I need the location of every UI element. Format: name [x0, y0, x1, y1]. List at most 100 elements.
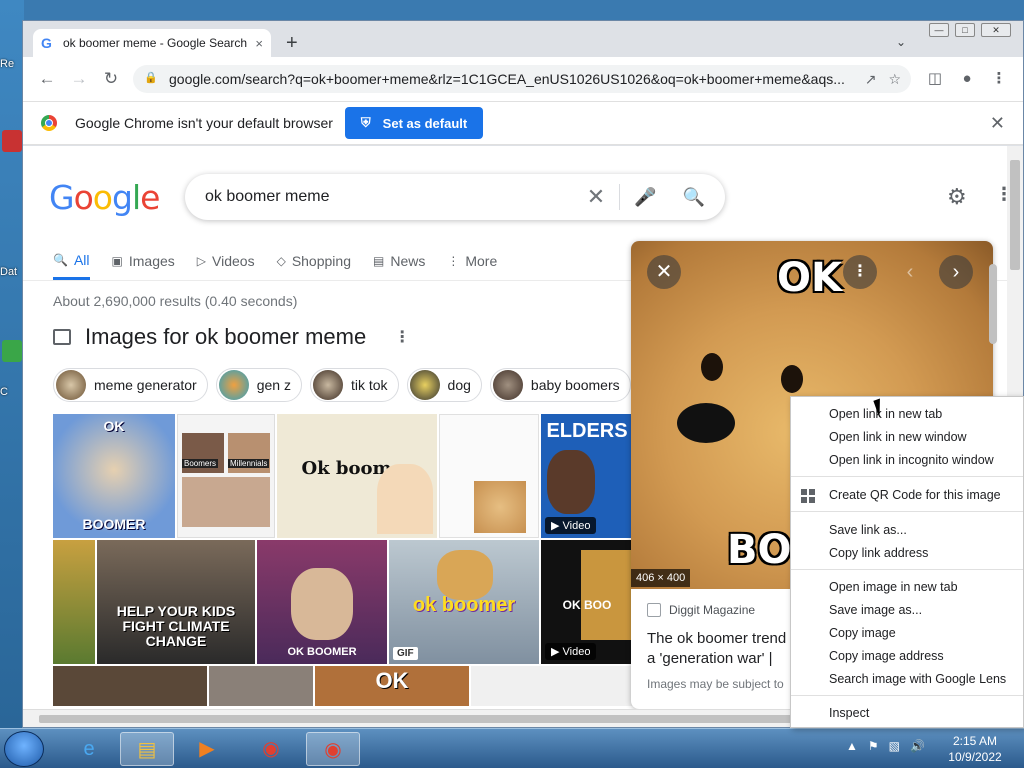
back-button[interactable]: ←: [31, 69, 63, 89]
settings-gear-icon[interactable]: ⚙: [947, 184, 967, 210]
image-result[interactable]: [53, 666, 207, 706]
menu-open-link-new-window[interactable]: Open link in new window: [829, 426, 967, 448]
internet-explorer-icon[interactable]: e: [62, 732, 116, 766]
more-options-icon[interactable]: ⋮: [394, 327, 410, 347]
preview-title-link[interactable]: The ok boomer trend a 'generation war' |: [647, 629, 797, 669]
forward-button[interactable]: →: [63, 69, 95, 89]
infobar-close-icon[interactable]: ✕: [990, 113, 1005, 134]
start-button[interactable]: [4, 731, 44, 767]
tab-images[interactable]: ▣ Images: [112, 242, 175, 280]
tab-more[interactable]: ⋮ More: [447, 242, 497, 280]
tab-close-icon[interactable]: ×: [255, 36, 263, 51]
browser-tab[interactable]: G ok boomer meme - Google Search ×: [33, 29, 271, 57]
more-options-icon[interactable]: ⋮: [995, 184, 1007, 205]
search-tabs: 🔍 All ▣ Images ▷ Videos ◇ Shopping ▤ News ⋮ Mo…: [53, 242, 519, 280]
image-result[interactable]: OK: [315, 666, 469, 706]
tab-news[interactable]: ▤ News: [373, 242, 425, 280]
microphone-icon[interactable]: 🎤: [634, 187, 656, 208]
image-result[interactable]: [439, 414, 539, 538]
preview-more-icon[interactable]: ⋮: [843, 255, 877, 289]
desktop-label[interactable]: Re: [0, 58, 14, 70]
chip-thumbnail: [312, 370, 343, 400]
media-player-icon[interactable]: ▶: [180, 732, 234, 766]
image-result[interactable]: [471, 666, 633, 706]
previous-image-icon[interactable]: ‹: [893, 255, 927, 289]
set-as-default-button[interactable]: ⛨ Set as default: [344, 107, 484, 139]
shield-icon: ⛨: [360, 115, 371, 130]
chrome-taskbar-icon[interactable]: ◉: [244, 732, 298, 766]
system-clock[interactable]: 2:15 AM 10/9/2022: [940, 733, 1010, 765]
google-logo[interactable]: Google: [49, 178, 160, 217]
clear-search-icon[interactable]: ✕: [587, 184, 621, 210]
chrome-active-taskbar-icon[interactable]: ◉: [306, 732, 360, 766]
tab-videos[interactable]: ▷ Videos: [197, 242, 255, 280]
menu-save-link-as[interactable]: Save link as...: [829, 519, 907, 541]
chip-gen-z[interactable]: gen z: [215, 368, 302, 402]
scrollbar-thumb[interactable]: [989, 264, 997, 344]
image-result[interactable]: [209, 666, 313, 706]
file-explorer-icon[interactable]: ▤: [120, 732, 174, 766]
image-result[interactable]: [53, 540, 95, 664]
maximize-button[interactable]: □: [955, 23, 975, 37]
reload-button[interactable]: ↻: [95, 69, 127, 89]
address-bar[interactable]: 🔒 google.com/search?q=ok+boomer+meme&rlz…: [133, 65, 911, 93]
doge-eye: [701, 353, 723, 381]
close-preview-icon[interactable]: ✕: [647, 255, 681, 289]
thumb-photo: [291, 568, 353, 640]
scrollbar-thumb[interactable]: [1010, 160, 1020, 270]
desktop-icon[interactable]: [2, 340, 22, 362]
menu-search-google-lens[interactable]: Search image with Google Lens: [829, 668, 1006, 690]
menu-open-link-incognito[interactable]: Open link in incognito window: [829, 449, 994, 471]
close-window-button[interactable]: ✕: [981, 23, 1011, 37]
chip-meme-generator[interactable]: meme generator: [53, 368, 208, 402]
desktop-label[interactable]: Dat: [0, 266, 17, 278]
image-result[interactable]: OK BOO ▶ Video: [541, 540, 633, 664]
chip-dog[interactable]: dog: [406, 368, 482, 402]
image-result[interactable]: ELDERS ▶ Video: [541, 414, 633, 538]
tab-strip: G ok boomer meme - Google Search × + ⌄ —…: [23, 21, 1023, 57]
tab-shopping[interactable]: ◇ Shopping: [277, 242, 351, 280]
menu-copy-image-address[interactable]: Copy image address: [829, 645, 944, 667]
menu-open-image-new-tab[interactable]: Open image in new tab: [829, 576, 958, 598]
next-image-icon[interactable]: ›: [939, 255, 973, 289]
chip-tik-tok[interactable]: tik tok: [309, 368, 399, 402]
menu-copy-image[interactable]: Copy image: [829, 622, 896, 644]
tab-all[interactable]: 🔍 All: [53, 242, 90, 280]
logo-letter: l: [131, 178, 141, 217]
tab-search-icon[interactable]: ⌄: [896, 35, 906, 49]
search-icon[interactable]: 🔍: [683, 187, 705, 208]
image-result[interactable]: OK BOOMER: [53, 414, 175, 538]
new-tab-button[interactable]: +: [286, 33, 298, 53]
preview-source[interactable]: Diggit Magazine: [647, 603, 755, 617]
chrome-menu-icon[interactable]: ⋮: [985, 65, 1013, 93]
image-result[interactable]: Boomers Millennials: [177, 414, 275, 538]
share-icon[interactable]: ↗: [865, 71, 877, 88]
desktop-label[interactable]: C: [0, 386, 8, 398]
side-panel-icon[interactable]: ◫: [921, 65, 949, 93]
action-center-flag-icon[interactable]: ⚑: [868, 739, 879, 753]
image-result[interactable]: HELP YOUR KIDS FIGHT CLIMATE CHANGE: [97, 540, 255, 664]
image-result[interactable]: Ok boomer: [277, 414, 437, 538]
bookmark-star-icon[interactable]: ☆: [888, 71, 901, 88]
volume-icon[interactable]: 🔊: [910, 739, 925, 753]
copyright-note: Images may be subject to: [647, 677, 784, 691]
show-hidden-icons[interactable]: ▲: [846, 739, 858, 753]
chip-baby-boomers[interactable]: baby boomers: [489, 368, 631, 402]
minimize-button[interactable]: —: [929, 23, 949, 37]
menu-save-image-as[interactable]: Save image as...: [829, 599, 922, 621]
images-heading-text[interactable]: Images for ok boomer meme: [85, 324, 366, 350]
menu-copy-link-address[interactable]: Copy link address: [829, 542, 928, 564]
image-result[interactable]: OK BOOMER: [257, 540, 387, 664]
url-text[interactable]: google.com/search?q=ok+boomer+meme&rlz=1…: [169, 71, 853, 87]
video-badge: ▶ Video: [545, 517, 597, 534]
lock-icon[interactable]: 🔒: [143, 71, 159, 87]
default-browser-infobar: Google Chrome isn't your default browser…: [23, 101, 1023, 145]
network-icon[interactable]: ▧: [889, 739, 900, 753]
menu-inspect[interactable]: Inspect: [829, 702, 869, 724]
profile-avatar-icon[interactable]: ●: [953, 65, 981, 93]
image-result[interactable]: ok boomer GIF: [389, 540, 539, 664]
desktop-icon[interactable]: [2, 130, 22, 152]
search-box[interactable]: ok boomer meme ✕ 🎤 🔍: [185, 174, 725, 220]
search-input[interactable]: ok boomer meme: [205, 188, 587, 206]
menu-create-qr-code[interactable]: Create QR Code for this image: [829, 484, 1001, 506]
